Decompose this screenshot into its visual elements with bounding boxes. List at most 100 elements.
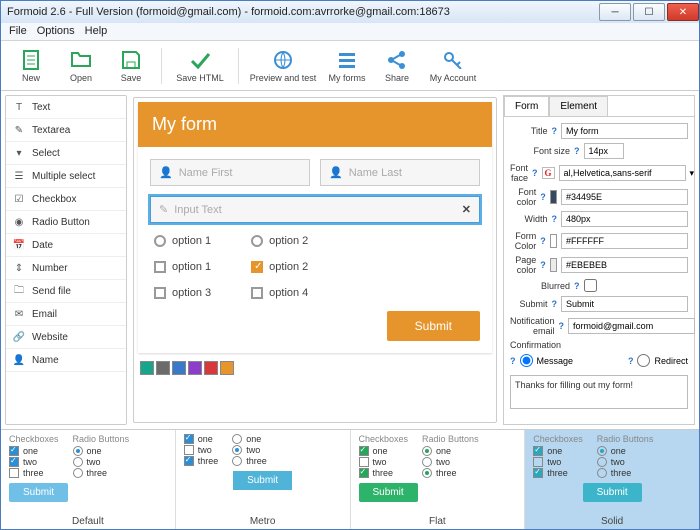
myforms-button[interactable]: My forms: [325, 49, 369, 83]
text-input-selected[interactable]: ✎Input Text✕: [150, 196, 480, 223]
theme-metro[interactable]: one two three one two three Submit Metro: [176, 430, 351, 529]
form-title[interactable]: My form: [138, 102, 492, 147]
prop-notify-input[interactable]: [568, 318, 695, 334]
person-icon: 👤: [12, 353, 26, 367]
help-icon[interactable]: ?: [559, 321, 565, 331]
chevron-down-icon[interactable]: ▾: [690, 168, 695, 179]
text-icon: T: [12, 100, 26, 114]
swatch[interactable]: [188, 361, 202, 375]
theme-flat[interactable]: Checkboxes one two three Radio Buttons o…: [351, 430, 526, 529]
swatch[interactable]: [172, 361, 186, 375]
palette-radio[interactable]: ◉Radio Button: [6, 211, 126, 234]
theme-default[interactable]: Checkboxes one two three Radio Buttons o…: [1, 430, 176, 529]
palette-textarea[interactable]: ✎Textarea: [6, 119, 126, 142]
new-button[interactable]: New: [9, 49, 53, 83]
prop-fontsize-input[interactable]: [584, 143, 624, 159]
palette-website[interactable]: 🔗Website: [6, 326, 126, 349]
confirm-message-textarea[interactable]: Thanks for filling out my form!: [510, 375, 688, 409]
list-icon: [336, 49, 358, 71]
palette-text[interactable]: TText: [6, 96, 126, 119]
palette-checkbox[interactable]: ☑Checkbox: [6, 188, 126, 211]
account-button[interactable]: My Account: [425, 49, 481, 83]
prop-fontface-input[interactable]: [559, 165, 686, 181]
menu-options[interactable]: Options: [37, 25, 75, 38]
app-window: Formoid 2.6 - Full Version (formoid@gmai…: [0, 0, 700, 530]
help-icon[interactable]: ?: [574, 281, 580, 291]
prop-width-input[interactable]: [561, 211, 688, 227]
palette-email[interactable]: ✉Email: [6, 303, 126, 326]
key-icon: [442, 49, 464, 71]
prop-pagecolor-input[interactable]: [561, 257, 688, 273]
swatch[interactable]: [156, 361, 170, 375]
help-icon[interactable]: ?: [552, 214, 558, 224]
confirm-message-radio[interactable]: [520, 354, 533, 367]
palette-date[interactable]: 📅Date: [6, 234, 126, 257]
help-icon[interactable]: ?: [540, 260, 546, 270]
prop-submit-input[interactable]: [561, 296, 688, 312]
close-button[interactable]: ✕: [667, 3, 699, 21]
palette-name[interactable]: 👤Name: [6, 349, 126, 372]
folder-icon: [70, 49, 92, 71]
minimize-button[interactable]: ─: [599, 3, 631, 21]
save-icon: [120, 49, 142, 71]
radio-option-2[interactable]: option 2: [251, 235, 308, 247]
form-canvas[interactable]: My form 👤Name First 👤Name Last ✎Input Te…: [133, 97, 497, 423]
help-icon[interactable]: ?: [628, 356, 634, 366]
palette-select[interactable]: ▾Select: [6, 142, 126, 165]
prop-fontcolor-input[interactable]: [561, 189, 688, 205]
swatch[interactable]: [220, 361, 234, 375]
color-swatch[interactable]: [550, 234, 557, 248]
save-button[interactable]: Save: [109, 49, 153, 83]
confirm-redirect-radio[interactable]: [637, 354, 650, 367]
label-blurred: Blurred: [510, 281, 570, 291]
palette-number[interactable]: ⇕Number: [6, 257, 126, 280]
color-swatch[interactable]: [550, 190, 557, 204]
menu-file[interactable]: File: [9, 25, 27, 38]
help-icon[interactable]: ?: [552, 126, 558, 136]
tab-form[interactable]: Form: [504, 96, 549, 116]
open-button[interactable]: Open: [59, 49, 103, 83]
theme-submit-button[interactable]: Submit: [583, 483, 642, 502]
maximize-button[interactable]: ☐: [633, 3, 665, 21]
theme-submit-button[interactable]: Submit: [9, 483, 68, 502]
prop-title-input[interactable]: [561, 123, 688, 139]
pencil-icon: ✎: [159, 203, 168, 216]
share-button[interactable]: Share: [375, 49, 419, 83]
properties-panel: Form Element Title? Font size? Font face…: [503, 95, 695, 425]
link-icon: 🔗: [12, 330, 26, 344]
savehtml-button[interactable]: Save HTML: [170, 49, 230, 83]
palette-sendfile[interactable]: 🗀Send file: [6, 280, 126, 303]
theme-swatches: [134, 357, 496, 379]
color-swatch[interactable]: [550, 258, 557, 272]
help-icon[interactable]: ?: [510, 356, 516, 366]
checkbox-option-4[interactable]: option 4: [251, 287, 308, 299]
theme-solid[interactable]: Checkboxes one two three Radio Buttons o…: [525, 430, 699, 529]
tab-element[interactable]: Element: [549, 96, 608, 116]
help-icon[interactable]: ?: [540, 236, 546, 246]
name-last-input[interactable]: 👤Name Last: [320, 159, 480, 186]
help-icon[interactable]: ?: [574, 146, 580, 156]
radio-option-1[interactable]: option 1: [154, 235, 211, 247]
calendar-icon: 📅: [12, 238, 26, 252]
palette-multiselect[interactable]: ☰Multiple select: [6, 165, 126, 188]
delete-field-button[interactable]: ✕: [462, 203, 471, 216]
help-icon[interactable]: ?: [532, 168, 538, 178]
google-fonts-icon[interactable]: G: [542, 167, 555, 179]
prop-formcolor-input[interactable]: [561, 233, 688, 249]
form-submit-button[interactable]: Submit: [387, 311, 480, 341]
preview-button[interactable]: Preview and test: [247, 49, 319, 83]
checkbox-option-1[interactable]: option 1: [154, 261, 211, 273]
checkbox-option-3[interactable]: option 3: [154, 287, 211, 299]
checkbox-option-2[interactable]: option 2: [251, 261, 308, 273]
swatch[interactable]: [140, 361, 154, 375]
theme-submit-button[interactable]: Submit: [359, 483, 418, 502]
form-card: My form 👤Name First 👤Name Last ✎Input Te…: [138, 102, 492, 353]
menu-help[interactable]: Help: [85, 25, 108, 38]
help-icon[interactable]: ?: [540, 192, 546, 202]
prop-blurred-checkbox[interactable]: [584, 279, 597, 292]
help-icon[interactable]: ?: [552, 299, 558, 309]
label-formcolor: Form Color: [510, 231, 536, 251]
name-first-input[interactable]: 👤Name First: [150, 159, 310, 186]
swatch[interactable]: [204, 361, 218, 375]
theme-submit-button[interactable]: Submit: [233, 471, 292, 490]
